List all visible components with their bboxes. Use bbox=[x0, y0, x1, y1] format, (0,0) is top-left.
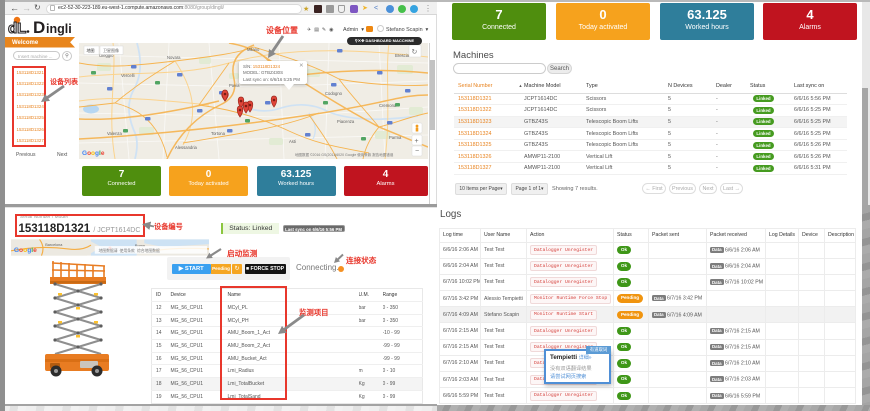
svg-text:Valenza: Valenza bbox=[107, 131, 122, 136]
svg-text:Codogno: Codogno bbox=[325, 91, 343, 96]
svg-text:Alessandria: Alessandria bbox=[175, 145, 198, 150]
svg-text:地图数据请 使用条款 综合地图数据: 地图数据请 使用条款 综合地图数据 bbox=[99, 247, 160, 252]
svg-text:dL: dL bbox=[8, 20, 26, 37]
svg-text:−: − bbox=[415, 148, 419, 155]
svg-text:Brescia: Brescia bbox=[395, 53, 410, 58]
svg-text:+: + bbox=[415, 138, 419, 145]
svg-text:卫星图像: 卫星图像 bbox=[103, 47, 119, 53]
svg-text:Pavia: Pavia bbox=[229, 83, 240, 88]
svg-text:Piacenza: Piacenza bbox=[337, 119, 355, 124]
svg-text:Vercelli: Vercelli bbox=[121, 73, 135, 78]
svg-text:ingli: ingli bbox=[46, 22, 72, 36]
svg-text:Novara: Novara bbox=[167, 55, 181, 60]
svg-text:地图: 地图 bbox=[87, 47, 95, 53]
svg-text:Barcelona: Barcelona bbox=[45, 243, 63, 247]
svg-text:↻: ↻ bbox=[412, 49, 418, 56]
svg-text:Parma: Parma bbox=[389, 135, 402, 140]
svg-text:D: D bbox=[33, 18, 45, 37]
svg-text:地图数据 ©2016 GS(2011)6020 Google: 地图数据 ©2016 GS(2011)6020 Google 使用条款 报告地图… bbox=[295, 152, 394, 157]
svg-text:Milano: Milano bbox=[247, 47, 260, 52]
svg-text:Google: Google bbox=[14, 246, 37, 253]
svg-text:Cremona: Cremona bbox=[379, 103, 397, 108]
svg-text:Tortona: Tortona bbox=[211, 131, 226, 136]
svg-text:Asti: Asti bbox=[289, 139, 296, 144]
svg-text:Google: Google bbox=[82, 150, 105, 157]
